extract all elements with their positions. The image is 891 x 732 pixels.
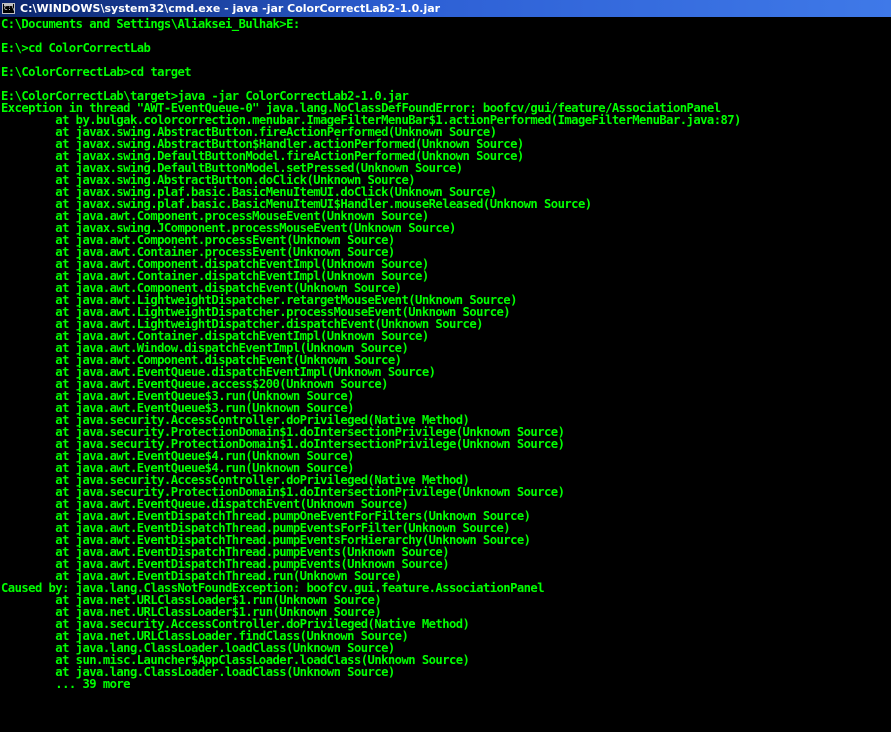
console-line: E:\>cd ColorCorrectLab bbox=[1, 41, 151, 55]
cmd-window: C:\ C:\WINDOWS\system32\cmd.exe - java -… bbox=[0, 0, 891, 732]
cmd-icon-glyph: C:\ bbox=[4, 5, 15, 12]
console-line: C:\Documents and Settings\Aliaksei_Bulha… bbox=[1, 17, 300, 31]
cmd-icon[interactable]: C:\ bbox=[2, 3, 15, 14]
console-output[interactable]: C:\Documents and Settings\Aliaksei_Bulha… bbox=[0, 17, 891, 732]
title-bar[interactable]: C:\ C:\WINDOWS\system32\cmd.exe - java -… bbox=[0, 0, 891, 17]
console-line: E:\ColorCorrectLab>cd target bbox=[1, 65, 192, 79]
window-title: C:\WINDOWS\system32\cmd.exe - java -jar … bbox=[20, 2, 441, 15]
console-line: at java.lang.ClassLoader.loadClass(Unkno… bbox=[1, 665, 395, 679]
console-line: ... 39 more bbox=[1, 677, 130, 691]
